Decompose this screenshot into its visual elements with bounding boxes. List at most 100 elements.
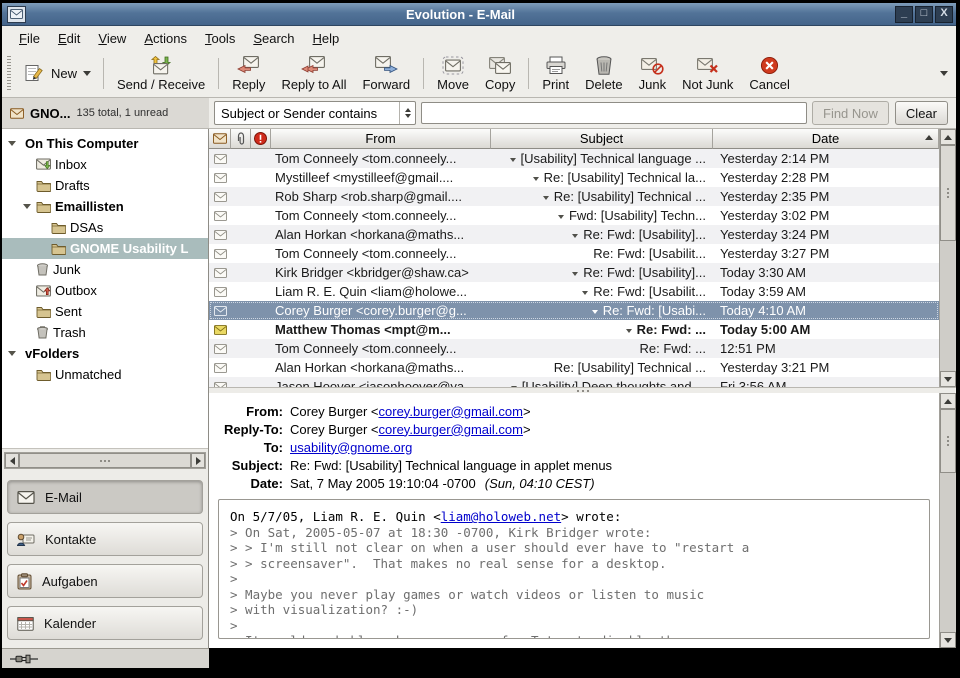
folder-trash[interactable]: Trash <box>2 322 208 343</box>
expander-icon[interactable] <box>8 141 16 146</box>
switcher-kontakte[interactable]: Kontakte <box>7 522 203 556</box>
thread-collapse-icon[interactable] <box>533 177 539 181</box>
reply-button[interactable]: Reply <box>224 53 273 94</box>
minimize-button[interactable]: _ <box>895 6 913 23</box>
junk-button[interactable]: Junk <box>631 53 674 94</box>
message-row[interactable]: Tom Conneely <tom.conneely...Re: Fwd: [U… <box>209 244 939 263</box>
message-row[interactable]: Alan Horkan <horkana@maths...Re: [Usabil… <box>209 358 939 377</box>
cancel-button[interactable]: Cancel <box>741 53 797 94</box>
expander-icon[interactable] <box>8 351 16 356</box>
inbox-icon <box>36 158 51 171</box>
thread-collapse-icon[interactable] <box>510 158 516 162</box>
menu-edit[interactable]: Edit <box>49 29 89 48</box>
folder-on-this-computer[interactable]: On This Computer <box>2 133 208 154</box>
column-message-status[interactable] <box>209 129 231 149</box>
email-link[interactable]: corey.burger@gmail.com <box>379 404 523 419</box>
folder-sent[interactable]: Sent <box>2 301 208 322</box>
delete-button[interactable]: Delete <box>577 53 631 94</box>
attachment-icon <box>235 132 247 146</box>
sidebar-horizontal-scrollbar[interactable] <box>4 452 206 469</box>
folder-dsas[interactable]: DSAs <box>2 217 208 238</box>
message-row[interactable]: Kirk Bridger <kbridger@shaw.ca>Re: Fwd: … <box>209 263 939 282</box>
clear-button[interactable]: Clear <box>895 101 948 125</box>
reply-to-all-button[interactable]: Reply to All <box>273 53 354 94</box>
message-row[interactable]: Tom Conneely <tom.conneely...[Usability]… <box>209 149 939 168</box>
scroll-up-button[interactable] <box>940 393 956 409</box>
folder-gnome-usability-l[interactable]: GNOME Usability L <box>2 238 208 259</box>
switcher-aufgaben[interactable]: Aufgaben <box>7 564 203 598</box>
scrollbar-thumb[interactable] <box>940 409 956 473</box>
move-button[interactable]: Move <box>429 53 477 94</box>
preview-scrollbar[interactable] <box>939 393 956 648</box>
column-subject[interactable]: Subject <box>491 129 713 149</box>
send-receive-button[interactable]: Send / Receive <box>109 53 213 94</box>
folder-emaillisten[interactable]: Emaillisten <box>2 196 208 217</box>
menu-view[interactable]: View <box>89 29 135 48</box>
message-row[interactable]: Liam R. E. Quin <liam@holowe...Re: Fwd: … <box>209 282 939 301</box>
message-date: Yesterday 3:21 PM <box>713 360 939 375</box>
toolbar-overflow-button[interactable] <box>935 50 953 97</box>
menu-file[interactable]: File <box>10 29 49 48</box>
message-subject: Re: Fwd: [Usability]... <box>491 227 713 242</box>
message-row[interactable]: Corey Burger <corey.burger@g...Re: Fwd: … <box>209 301 939 320</box>
message-row[interactable]: Jason Hoover <jasonhoover@ya...[Usabilit… <box>209 377 939 387</box>
thread-collapse-icon[interactable] <box>558 215 564 219</box>
thread-collapse-icon[interactable] <box>572 234 578 238</box>
folder-inbox[interactable]: Inbox <box>2 154 208 175</box>
menu-help[interactable]: Help <box>304 29 349 48</box>
find-now-button[interactable]: Find Now <box>812 101 889 125</box>
thread-collapse-icon[interactable] <box>572 272 578 276</box>
close-button[interactable]: X <box>935 6 953 23</box>
maximize-button[interactable]: □ <box>915 6 933 23</box>
forward-button[interactable]: Forward <box>354 53 418 94</box>
message-row[interactable]: Tom Conneely <tom.conneely...Re: Fwd: ..… <box>209 339 939 358</box>
menu-actions[interactable]: Actions <box>135 29 196 48</box>
scroll-up-button[interactable] <box>940 129 956 145</box>
email-link[interactable]: liam@holoweb.net <box>441 509 561 524</box>
search-criteria-dropdown[interactable]: Subject or Sender contains <box>214 101 416 125</box>
folder-outbox[interactable]: Outbox <box>2 280 208 301</box>
scroll-right-button[interactable] <box>191 453 205 468</box>
toolbar-drag-handle[interactable] <box>7 56 11 92</box>
email-link[interactable]: corey.burger@gmail.com <box>379 422 523 437</box>
message-list-scrollbar[interactable] <box>939 129 956 387</box>
expander-icon[interactable] <box>23 204 31 209</box>
scroll-left-button[interactable] <box>5 453 19 468</box>
message-row[interactable]: Rob Sharp <rob.sharp@gmail....Re: [Usabi… <box>209 187 939 206</box>
message-row[interactable]: Matthew Thomas <mpt@m...Re: Fwd: ...Toda… <box>209 320 939 339</box>
copy-button[interactable]: Copy <box>477 53 523 94</box>
scrollbar-thumb[interactable] <box>19 453 191 468</box>
folder-vfolders[interactable]: vFolders <box>2 343 208 364</box>
switcher-kalender[interactable]: Kalender <box>7 606 203 640</box>
scroll-down-button[interactable] <box>940 371 956 387</box>
folder-drafts[interactable]: Drafts <box>2 175 208 196</box>
thread-collapse-icon[interactable] <box>543 196 549 200</box>
not-junk-button[interactable]: Not Junk <box>674 53 741 94</box>
scrollbar-thumb[interactable] <box>940 145 956 241</box>
folder-mail-icon <box>10 108 24 119</box>
thread-collapse-icon[interactable] <box>582 291 588 295</box>
offline-status-icon[interactable] <box>10 654 38 664</box>
folder-junk[interactable]: Junk <box>2 259 208 280</box>
search-input[interactable] <box>421 102 807 124</box>
menu-tools[interactable]: Tools <box>196 29 244 48</box>
column-attachment[interactable] <box>231 129 251 149</box>
column-important[interactable] <box>251 129 271 149</box>
thread-collapse-icon[interactable] <box>626 329 632 333</box>
print-button[interactable]: Print <box>534 53 577 94</box>
folder-unmatched[interactable]: Unmatched <box>2 364 208 385</box>
switcher-e-mail[interactable]: E-Mail <box>7 480 203 514</box>
message-row[interactable]: Tom Conneely <tom.conneely...Fwd: [Usabi… <box>209 206 939 225</box>
reply-all-icon <box>301 56 327 75</box>
titlebar[interactable]: Evolution - E-Mail _ □ X <box>2 3 956 26</box>
thread-collapse-icon[interactable] <box>592 310 598 314</box>
preview-header-line: Reply-To:Corey Burger <corey.burger@gmai… <box>217 420 939 438</box>
message-row[interactable]: Mystilleef <mystilleef@gmail....Re: [Usa… <box>209 168 939 187</box>
column-date[interactable]: Date <box>713 129 939 149</box>
new-button[interactable]: New <box>16 61 98 86</box>
scroll-down-button[interactable] <box>940 632 956 648</box>
message-row[interactable]: Alan Horkan <horkana@maths...Re: Fwd: [U… <box>209 225 939 244</box>
column-from[interactable]: From <box>271 129 491 149</box>
menu-search[interactable]: Search <box>244 29 303 48</box>
email-link[interactable]: usability@gnome.org <box>290 440 412 455</box>
